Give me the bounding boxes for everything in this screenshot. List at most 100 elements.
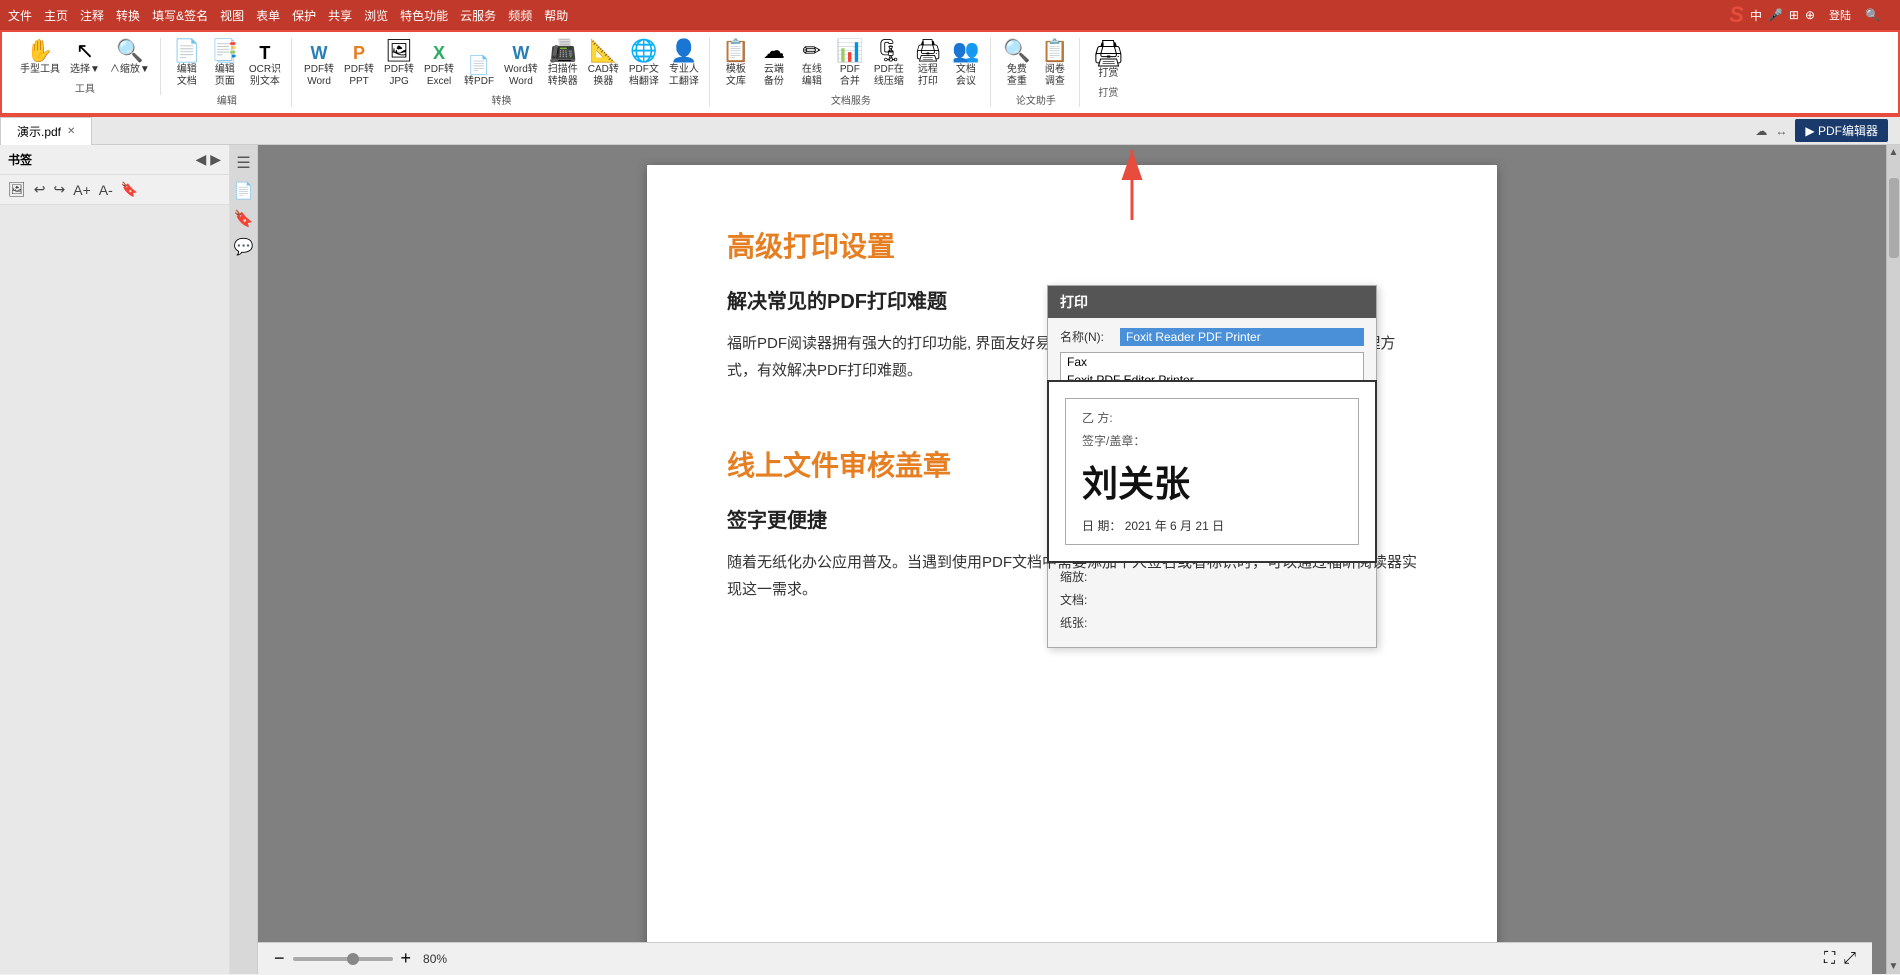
print-btn[interactable]: 🖨 打赏	[1088, 38, 1129, 82]
remote-print-btn[interactable]: 🖨 远程打印	[910, 38, 946, 90]
sync-icon[interactable]: ↔	[1775, 124, 1787, 138]
zoom-thumb	[347, 953, 359, 965]
grid-icon[interactable]: ⊞	[1789, 8, 1799, 22]
menu-help[interactable]: 帮助	[544, 7, 568, 24]
sidebar: 书签 ◀ ▶ 🖼 ↩ ↪ A+ A- 🔖	[0, 145, 230, 974]
cloud-sync-icon[interactable]: ☁	[1755, 124, 1767, 138]
edit-doc-btn[interactable]: 📄 编辑文档	[169, 38, 205, 90]
online-edit-btn[interactable]: ✏ 在线编辑	[794, 38, 830, 90]
zoom-plus-icon[interactable]: +	[401, 948, 412, 969]
zoom-btn[interactable]: 🔍 ∧缩放▼	[106, 38, 154, 78]
menu-bar[interactable]: 文件 主页 注释 转换 填写&签名 视图 表单 保护 共享 浏览 特色功能 云服…	[8, 7, 568, 24]
left-panel-page-icon[interactable]: 📄	[234, 181, 254, 201]
review-icon: 📋	[1041, 40, 1068, 62]
free-check-btn[interactable]: 🔍 免费查重	[999, 38, 1035, 90]
pdf-to-excel-btn[interactable]: X PDF转Excel	[420, 42, 458, 90]
menu-browse[interactable]: 浏览	[364, 7, 388, 24]
plus-icon[interactable]: ⊕	[1805, 8, 1815, 22]
fit-page-icon[interactable]: ⛶	[1824, 950, 1835, 968]
left-panel-nav-icon[interactable]: ☰	[236, 153, 250, 173]
review-btn[interactable]: 📋 阅卷调查	[1037, 38, 1073, 90]
foxit-logo: S	[1729, 2, 1744, 28]
sidebar-controls[interactable]: ◀ ▶	[195, 151, 221, 168]
left-panel-comment-icon[interactable]: 💬	[234, 237, 254, 257]
ribbon-group-edit: 📄 编辑文档 📑 编辑页面 T OCR识别文本 编辑	[163, 38, 292, 107]
scrollbar-up-btn[interactable]: ▲	[1889, 147, 1899, 158]
sidebar-thumbnail-icon[interactable]: 🖼	[6, 179, 28, 200]
login-btn[interactable]: 登陆	[1829, 7, 1851, 23]
menu-protect[interactable]: 保护	[292, 7, 316, 24]
menu-cloud[interactable]: 云服务	[460, 7, 496, 24]
hand-tool-btn[interactable]: ✋ 手型工具	[16, 38, 64, 78]
cloud-backup-btn[interactable]: ☁ 云端备份	[756, 38, 792, 90]
pdf-area[interactable]: 高级打印设置 解决常见的PDF打印难题 福昕PDF阅读器拥有强大的打印功能, 界…	[258, 145, 1886, 974]
print-label: 打赏	[1098, 68, 1118, 80]
sidebar-next-btn[interactable]: ▶	[210, 151, 221, 168]
sidebar-bookmark-icon[interactable]: 🔖	[119, 179, 140, 200]
word-to-word-btn[interactable]: W Word转Word	[500, 42, 542, 90]
select-btn[interactable]: ↖ 选择▼	[66, 38, 104, 78]
search-icon[interactable]: 🔍	[1865, 8, 1880, 22]
ribbon-group-doc-service: 🔍 免费查重 📋 阅卷调查 论文助手	[993, 38, 1080, 107]
zoom-out-icon[interactable]: −	[274, 948, 285, 969]
mic-icon[interactable]: 🎤	[1768, 8, 1783, 22]
zoom-slider[interactable]	[293, 957, 393, 961]
pdf-page: 高级打印设置 解决常见的PDF打印难题 福昕PDF阅读器拥有强大的打印功能, 界…	[647, 165, 1497, 974]
ribbon-group-template: 📋 模板文库 ☁ 云端备份 ✏ 在线编辑 📊 PDF合并	[712, 38, 991, 107]
doc-meeting-btn[interactable]: 👥 文档会议	[948, 38, 984, 90]
menu-home[interactable]: 主页	[44, 7, 68, 24]
menu-annotation[interactable]: 注释	[80, 7, 104, 24]
template-btn[interactable]: 📋 模板文库	[718, 38, 754, 90]
scan-icon: 📠	[549, 40, 576, 62]
menu-fill-sign[interactable]: 填写&签名	[152, 7, 208, 24]
tab-close-btn[interactable]: ✕	[67, 126, 75, 137]
to-pdf-icon: 📄	[468, 56, 490, 74]
menu-share[interactable]: 共享	[328, 7, 352, 24]
print-group-label: 打赏	[1098, 84, 1118, 99]
sidebar-prev-btn[interactable]: ◀	[195, 151, 206, 168]
left-panel-bookmark-icon[interactable]: 🔖	[234, 209, 254, 229]
pdf-to-jpg-btn[interactable]: 🖼 PDF转JPG	[380, 38, 418, 90]
sidebar-title: 书签	[8, 151, 32, 168]
edit-page-label: 编辑页面	[215, 64, 235, 88]
zoom-icon: 🔍	[116, 40, 143, 62]
to-pdf-btn[interactable]: 📄 转PDF	[460, 54, 498, 90]
pro-translate-btn[interactable]: 👤 专业人工翻译	[665, 38, 703, 90]
ocr-btn[interactable]: T OCR识别文本	[245, 42, 285, 90]
pdf-editor-btn[interactable]: ▶ PDF编辑器	[1795, 119, 1888, 142]
menu-convert[interactable]: 转换	[116, 7, 140, 24]
pdf-to-ppt-btn[interactable]: P PDF转PPT	[340, 42, 378, 90]
menu-freq[interactable]: 频频	[508, 7, 532, 24]
pdf-scrollbar[interactable]: ▲ ▼	[1886, 145, 1900, 974]
print-list-item-fax[interactable]: Fax	[1061, 353, 1363, 371]
menu-view[interactable]: 视图	[220, 7, 244, 24]
free-check-label: 免费查重	[1007, 64, 1027, 88]
pdf-translate-btn[interactable]: 🌐 PDF文档翻译	[625, 38, 663, 90]
cad-converter-btn[interactable]: 📐 CAD转换器	[584, 38, 623, 90]
sign-name: 刘关张	[1082, 455, 1342, 507]
sign-date: 日 期： 2021 年 6 月 21 日	[1082, 517, 1342, 534]
scan-converter-btn[interactable]: 📠 扫描件转换器	[544, 38, 582, 90]
remote-print-label: 远程打印	[918, 64, 938, 88]
pdf-to-word-btn[interactable]: W PDF转Word	[300, 42, 338, 90]
pdf-merge-btn[interactable]: 📊 PDF合并	[832, 38, 868, 90]
edit-group-label: 编辑	[217, 92, 237, 107]
ribbon: ✋ 手型工具 ↖ 选择▼ 🔍 ∧缩放▼ 工具	[0, 30, 1900, 115]
lang-icon[interactable]: 中	[1750, 7, 1762, 24]
scrollbar-down-btn[interactable]: ▼	[1889, 961, 1899, 972]
tab-label: 演示.pdf	[17, 123, 61, 140]
sidebar-undo-icon[interactable]: ↩	[32, 179, 48, 200]
sidebar-font-up-icon[interactable]: A+	[71, 180, 93, 200]
print-name-selected[interactable]: Foxit Reader PDF Printer	[1120, 328, 1364, 346]
scrollbar-thumb[interactable]	[1889, 178, 1899, 258]
menu-special[interactable]: 特色功能	[400, 7, 448, 24]
pdf-compress-btn[interactable]: 🗜 PDF在线压缩	[870, 38, 908, 90]
fullscreen-icon[interactable]: ⤢	[1843, 950, 1856, 968]
menu-file[interactable]: 文件	[8, 7, 32, 24]
menu-form[interactable]: 表单	[256, 7, 280, 24]
tab-demo-pdf[interactable]: 演示.pdf ✕	[0, 117, 92, 145]
sidebar-font-down-icon[interactable]: A-	[97, 180, 115, 200]
pdf-merge-icon: 📊	[836, 40, 863, 62]
sidebar-redo-icon[interactable]: ↪	[52, 179, 68, 200]
edit-page-btn[interactable]: 📑 编辑页面	[207, 38, 243, 90]
